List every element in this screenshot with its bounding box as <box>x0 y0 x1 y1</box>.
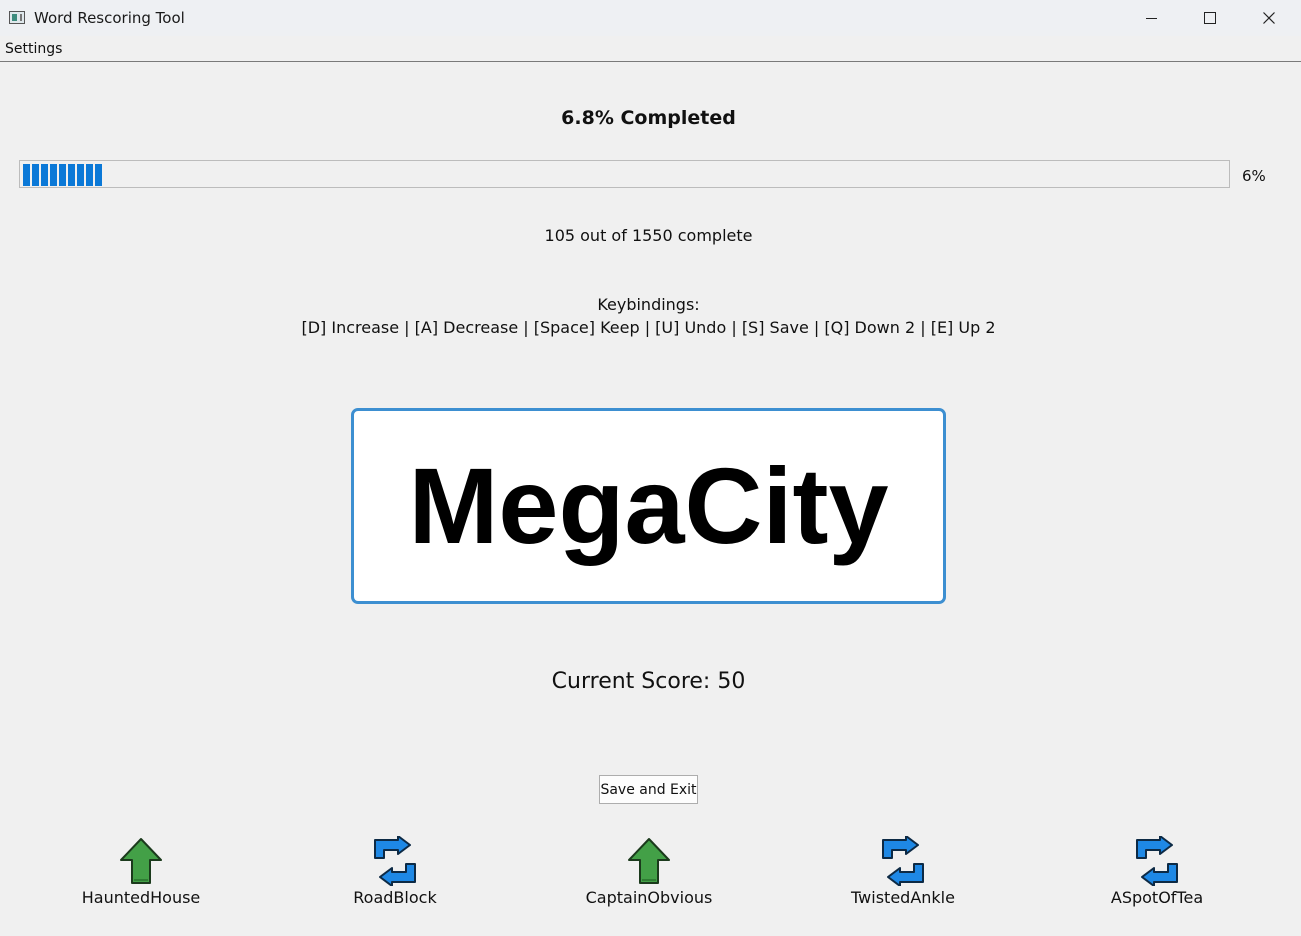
history-word: RoadBlock <box>353 888 437 907</box>
progress-chunk <box>50 164 57 186</box>
current-word-card: MegaCity <box>351 408 946 604</box>
history-word: TwistedAnkle <box>851 888 955 907</box>
history-word: CaptainObvious <box>585 888 713 907</box>
history-item[interactable]: ASpotOfTea <box>1057 836 1257 916</box>
maximize-icon <box>1204 12 1216 24</box>
menu-settings[interactable]: Settings <box>5 41 62 57</box>
keybindings-list: [D] Increase | [A] Decrease | [Space] Ke… <box>301 318 996 337</box>
progress-chunk <box>95 164 102 186</box>
progress-chunk <box>86 164 93 186</box>
history-word: HauntedHouse <box>81 888 201 907</box>
progress-fill <box>23 164 102 186</box>
history-word: ASpotOfTea <box>1110 888 1204 907</box>
progress-bar <box>19 160 1230 188</box>
progress-chunk <box>77 164 84 186</box>
completion-heading: 6.8% Completed <box>561 107 736 129</box>
app-icon <box>9 11 25 24</box>
history-item[interactable]: TwistedAnkle <box>803 836 1003 916</box>
minimize-icon <box>1145 17 1157 19</box>
history-item[interactable]: RoadBlock <box>295 836 495 916</box>
up-arrow-icon <box>628 838 670 884</box>
keep-cycle-icon <box>1136 836 1178 886</box>
history-item[interactable]: HauntedHouse <box>41 836 241 916</box>
progress-chunk <box>23 164 30 186</box>
minimize-button[interactable] <box>1122 0 1180 36</box>
progress-chunk <box>32 164 39 186</box>
keep-cycle-icon <box>374 836 416 886</box>
progress-percent-label: 6% <box>1242 167 1266 185</box>
up-arrow-icon <box>120 838 162 884</box>
keybindings-title: Keybindings: <box>597 295 700 314</box>
menu-bar: Settings <box>0 37 1301 62</box>
save-and-exit-button[interactable]: Save and Exit <box>599 775 698 804</box>
progress-chunk <box>68 164 75 186</box>
close-button[interactable] <box>1240 0 1298 36</box>
maximize-button[interactable] <box>1181 0 1239 36</box>
title-bar: Word Rescoring Tool <box>0 0 1301 36</box>
keybindings-panel: Keybindings: [D] Increase | [A] Decrease… <box>0 293 1297 339</box>
history-item[interactable]: CaptainObvious <box>549 836 749 916</box>
progress-chunk <box>41 164 48 186</box>
current-score: Current Score: 50 <box>551 669 746 694</box>
window-title: Word Rescoring Tool <box>34 9 185 27</box>
completion-count: 105 out of 1550 complete <box>544 226 753 245</box>
progress-chunk <box>59 164 66 186</box>
current-word: MegaCity <box>408 445 889 566</box>
keep-cycle-icon <box>882 836 924 886</box>
close-icon <box>1263 12 1275 24</box>
